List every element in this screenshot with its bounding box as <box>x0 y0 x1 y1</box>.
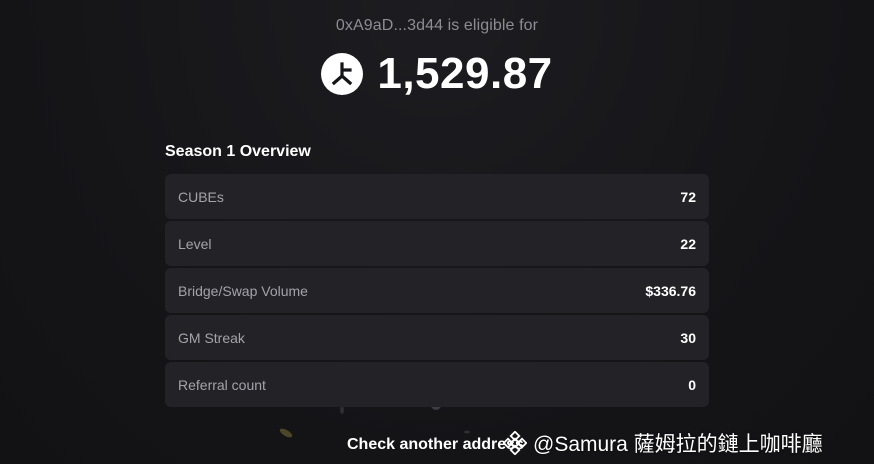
overview-title: Season 1 Overview <box>165 143 311 160</box>
stat-row-level: Level 22 <box>165 221 709 266</box>
stat-value: 72 <box>680 188 696 205</box>
stat-label: GM Streak <box>178 329 245 346</box>
stat-value: $336.76 <box>645 282 696 299</box>
check-another-address-link[interactable]: Check another address <box>347 436 524 454</box>
season-overview-panel: Season 1 Overview CUBEs 72 Level 22 Brid… <box>165 143 709 409</box>
eligible-amount: 1,529.87 <box>377 49 553 98</box>
stat-row-cubes: CUBEs 72 <box>165 174 709 219</box>
stat-label: Bridge/Swap Volume <box>178 282 308 299</box>
stat-row-referral-count: Referral count 0 <box>165 362 709 407</box>
stat-label: Level <box>178 235 212 252</box>
watermark-text: @Samura 薩姆拉的鏈上咖啡廳 <box>533 433 823 456</box>
eligible-amount-row: 1,529.87 <box>0 46 874 102</box>
stat-label: Referral count <box>178 376 266 393</box>
stat-value: 30 <box>680 329 696 346</box>
stat-row-gm-streak: GM Streak 30 <box>165 315 709 360</box>
eligible-address-text: 0xA9aD...3d44 is eligible for <box>335 17 539 34</box>
token-logo-icon <box>321 53 364 95</box>
stat-value: 0 <box>688 376 696 393</box>
watermark: @Samura 薩姆拉的鏈上咖啡廳 <box>503 428 823 458</box>
stat-value: 22 <box>680 235 696 252</box>
stat-label: CUBEs <box>178 188 224 205</box>
binance-logo-icon <box>503 431 527 455</box>
stat-row-bridge-swap-volume: Bridge/Swap Volume $336.76 <box>165 268 709 313</box>
